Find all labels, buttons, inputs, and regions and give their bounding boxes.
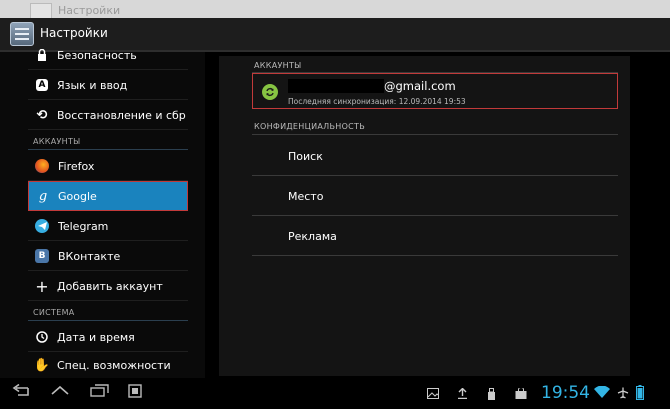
sidebar-item-firefox[interactable]: Firefox <box>28 152 188 181</box>
sidebar-item-label: Добавить аккаунт <box>57 279 163 293</box>
battery-icon <box>636 385 644 403</box>
upload-icon <box>457 387 468 402</box>
clock-icon <box>33 328 51 346</box>
sidebar-item-date-time[interactable]: Дата и время <box>28 323 188 352</box>
account-email: @gmail.com <box>384 79 456 93</box>
redacted-email-username <box>288 79 384 93</box>
home-icon[interactable] <box>50 384 70 400</box>
sidebar-item-accessibility[interactable]: ✋ Спец. возможности <box>28 353 188 377</box>
sidebar-item-add-account[interactable]: + Добавить аккаунт <box>28 272 188 301</box>
system-bar: 19:54 <box>0 378 670 409</box>
sidebar-item-backup[interactable]: ⟲ Восстановление и сбр <box>28 101 188 130</box>
keyboard-a-icon: A <box>36 79 48 91</box>
sidebar-item-label: Безопасность <box>57 48 137 62</box>
gallery-icon <box>427 388 439 402</box>
telegram-icon <box>35 219 49 233</box>
detail-section-accounts: АККАУНТЫ <box>254 61 302 70</box>
sidebar-item-language[interactable]: A Язык и ввод <box>28 71 188 100</box>
sidebar-item-label: Спец. возможности <box>57 358 171 372</box>
app-title: Настройки <box>40 26 108 40</box>
section-divider <box>28 149 188 150</box>
sidebar-item-label: ВКонтакте <box>58 249 121 263</box>
item-divider <box>252 215 618 216</box>
sidebar-item-label: Telegram <box>58 219 109 233</box>
sidebar-item-label: Дата и время <box>57 330 135 344</box>
section-divider <box>28 320 188 321</box>
background-settings-icon <box>30 3 52 19</box>
section-header-system: СИСТЕМА <box>33 308 75 317</box>
detail-section-privacy: КОНФИДЕНЦИАЛЬНОСТЬ <box>254 122 366 131</box>
sync-icon <box>262 84 278 100</box>
firefox-icon <box>35 159 49 173</box>
usb-icon <box>487 388 496 403</box>
hand-icon: ✋ <box>33 357 51 373</box>
shop-icon <box>515 387 527 402</box>
section-header-accounts: АККАУНТЫ <box>33 137 81 146</box>
google-account-row[interactable]: @gmail.com Последняя синхронизация: 12.0… <box>252 73 618 109</box>
clock[interactable]: 19:54 <box>541 383 590 403</box>
sidebar-item-label: Язык и ввод <box>57 78 128 92</box>
plus-icon: + <box>35 276 49 296</box>
sidebar-item-label: Firefox <box>58 159 95 173</box>
background-window-title: Настройки <box>58 4 121 17</box>
sync-status: Последняя синхронизация: 12.09.2014 19:5… <box>288 97 466 106</box>
sidebar-item-security[interactable]: Безопасность <box>28 41 188 70</box>
item-divider <box>252 175 618 176</box>
back-icon[interactable] <box>10 383 32 402</box>
section-divider <box>252 134 618 135</box>
airplane-icon <box>617 387 629 402</box>
privacy-item-location[interactable]: Место <box>288 190 323 203</box>
sidebar-item-google[interactable]: g Google <box>28 181 188 211</box>
sidebar-item-vkontakte[interactable]: B ВКонтакте <box>28 242 188 271</box>
item-divider <box>252 255 618 256</box>
google-icon: g <box>38 188 48 204</box>
wifi-icon <box>594 385 610 401</box>
restore-icon: ⟲ <box>36 107 48 123</box>
recent-apps-icon[interactable] <box>90 384 110 402</box>
privacy-item-search[interactable]: Поиск <box>288 150 323 163</box>
sidebar-item-label: Google <box>58 189 97 203</box>
lock-icon <box>33 46 51 64</box>
screenshot-icon[interactable] <box>128 384 142 402</box>
privacy-item-ads[interactable]: Реклама <box>288 230 337 243</box>
sidebar-item-label: Восстановление и сбр <box>57 108 186 122</box>
vk-icon: B <box>35 249 49 263</box>
sidebar-item-telegram[interactable]: Telegram <box>28 212 188 241</box>
